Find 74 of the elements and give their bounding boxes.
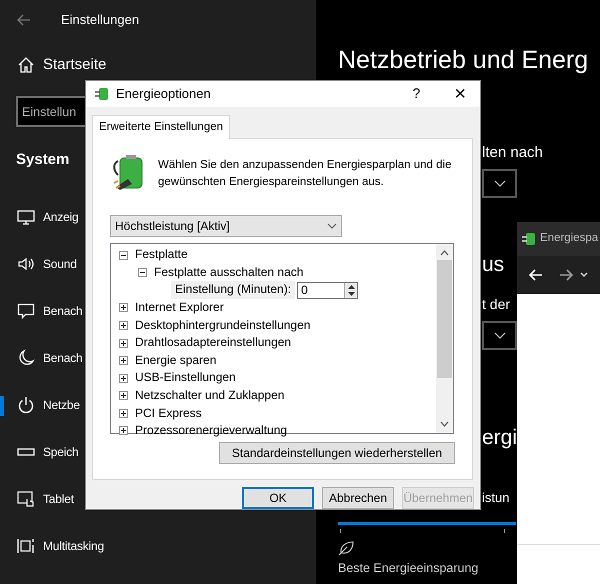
dropdown-field[interactable]	[482, 321, 517, 350]
collapse-icon[interactable]	[138, 268, 147, 278]
window-title: Einstellungen	[61, 11, 140, 30]
sidebar-item[interactable]: Tablet	[43, 490, 74, 508]
dialog-button[interactable]: Abbrechen	[322, 487, 394, 509]
tree-item[interactable]: Festplatte	[135, 246, 188, 264]
tree-item[interactable]: Internet Explorer	[135, 299, 224, 317]
expand-icon[interactable]	[119, 303, 128, 312]
back-arrow-icon	[529, 269, 543, 281]
leaf-icon	[338, 540, 354, 556]
tree-item[interactable]: Energie sparen	[135, 352, 216, 370]
section-heading: System	[16, 150, 70, 170]
home-link[interactable]: Startseite	[43, 54, 106, 76]
description-text: Wählen Sie den anzupassenden Energiesparplan und die gewünschten Energiespareinstellungen aus.	[158, 158, 452, 190]
spin-arrows-icon	[348, 284, 355, 296]
tree-item[interactable]: USB-Einstellungen	[135, 369, 236, 387]
battery-plug-icon	[521, 231, 537, 247]
chevron-down-icon	[494, 332, 506, 339]
help-button[interactable]: ?	[412, 83, 420, 104]
tab[interactable]: Erweiterte Einstellungen	[92, 114, 230, 140]
close-button[interactable]: ×	[454, 84, 466, 104]
text-fragment: t der	[482, 295, 510, 313]
expand-icon[interactable]	[119, 320, 128, 330]
multitasking-icon	[17, 537, 35, 555]
sidebar-item[interactable]: Benach	[43, 349, 82, 367]
tree-item[interactable]: Drahtlosadaptereinstellungen	[135, 334, 292, 352]
plan-dropdown[interactable]: Höchstleistung [Aktiv]	[110, 215, 342, 238]
restore-defaults-button[interactable]: Standardeinstellungen wiederherstellen	[219, 442, 455, 464]
dropdown-field[interactable]	[482, 169, 517, 198]
chevron-down-icon	[494, 180, 506, 187]
tree-item[interactable]: Prozessorenergieverwaltung	[135, 422, 288, 440]
expand-icon[interactable]	[119, 426, 128, 436]
back-arrow-icon	[17, 14, 31, 26]
tree-item[interactable]: Festplatte ausschalten nach	[154, 264, 304, 282]
battery-plug-icon	[94, 86, 110, 102]
chevron-down-icon	[580, 272, 588, 278]
tree-item[interactable]: Netzschalter und Zuklappen	[135, 386, 284, 405]
number-spinner[interactable]: 0	[297, 282, 358, 299]
expand-icon[interactable]	[119, 374, 128, 383]
monitor-icon	[17, 208, 35, 226]
expand-icon[interactable]	[119, 338, 128, 348]
collapse-icon[interactable]	[119, 250, 128, 260]
text-fragment: lten nach	[482, 144, 543, 162]
expand-icon[interactable]	[119, 391, 128, 400]
power-icon	[17, 396, 35, 414]
chevron-down-icon	[327, 223, 337, 230]
text-fragment: us	[482, 252, 504, 277]
chevron-up-icon	[440, 250, 449, 256]
text-fragment: ergi	[482, 425, 518, 450]
tree-item[interactable]: PCI Express	[135, 404, 202, 422]
page-heading: Netzbetrieb und Energ	[338, 45, 590, 76]
dialog-button[interactable]: OK	[242, 487, 314, 509]
expand-icon[interactable]	[119, 356, 128, 366]
text-fragment: istun	[482, 489, 510, 506]
tree-item[interactable]: Desktophintergrundeinstellungen	[135, 316, 310, 334]
home-icon	[17, 56, 35, 74]
expand-icon[interactable]	[119, 408, 128, 418]
sidebar-item[interactable]: Netzbe	[43, 396, 80, 414]
scrollbar[interactable]	[436, 244, 453, 434]
speech-bubble-icon	[17, 302, 35, 320]
sidebar-item[interactable]: Sound	[43, 255, 77, 273]
slider-label: Beste Energieeinsparung	[338, 560, 480, 577]
forward-arrow-icon	[559, 269, 573, 281]
sidebar-item[interactable]: Anzeig	[43, 208, 78, 226]
chevron-down-icon	[440, 421, 449, 428]
setting-label: Einstellung (Minuten):	[171, 281, 296, 300]
tablet-icon	[17, 490, 35, 508]
sidebar-item[interactable]: Speich	[43, 443, 78, 461]
moon-icon	[17, 349, 35, 367]
speaker-icon	[17, 255, 35, 273]
sidebar-item[interactable]: Benach	[43, 302, 82, 320]
sidebar-item[interactable]: Multitasking	[43, 537, 104, 555]
slider-track[interactable]	[338, 522, 516, 534]
window-title: Energiespa	[540, 231, 598, 246]
